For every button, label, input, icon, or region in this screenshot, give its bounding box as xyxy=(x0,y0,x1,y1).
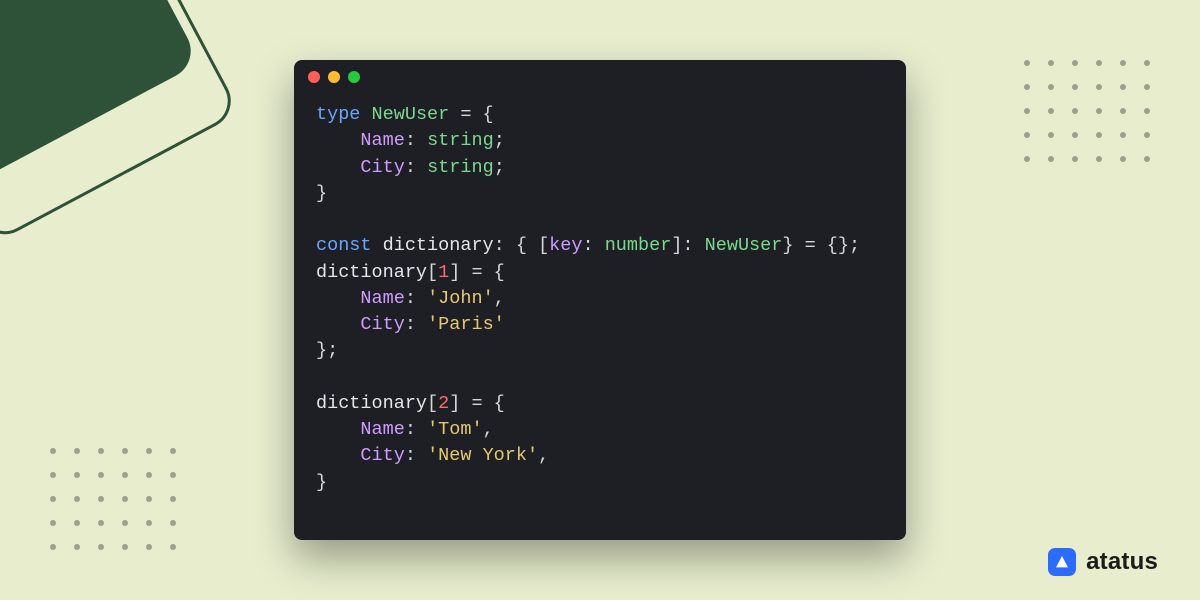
window-titlebar xyxy=(294,60,906,94)
brand-name: atatus xyxy=(1086,548,1158,576)
code-block: type NewUser = { Name: string; City: str… xyxy=(294,94,906,518)
window-zoom-dot xyxy=(348,71,360,83)
decor-dots-bottom-left xyxy=(50,448,176,550)
code-window: type NewUser = { Name: string; City: str… xyxy=(294,60,906,540)
decor-shape-outline xyxy=(0,0,241,244)
decor-dots-top-right xyxy=(1024,60,1150,162)
brand-logo-icon xyxy=(1048,548,1076,576)
brand: atatus xyxy=(1048,548,1158,576)
window-minimize-dot xyxy=(328,71,340,83)
window-close-dot xyxy=(308,71,320,83)
